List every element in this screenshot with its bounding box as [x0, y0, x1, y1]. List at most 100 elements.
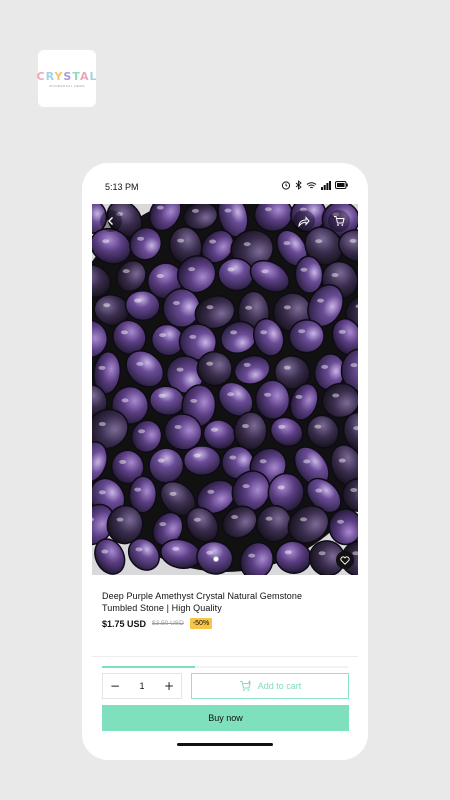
stone-highlight [299, 517, 307, 522]
battery-icon [335, 181, 348, 189]
discount-badge: -50% [189, 618, 213, 629]
stone-highlight [321, 364, 329, 369]
share-button[interactable] [293, 210, 315, 232]
status-time: 5:13 PM [105, 182, 139, 192]
signal-icon [321, 180, 331, 190]
stone-highlight [248, 553, 256, 558]
heart-icon [340, 555, 350, 565]
stone-highlight [188, 267, 196, 272]
stone-highlight [103, 303, 111, 308]
stone-highlight [121, 398, 129, 403]
stone-highlight [224, 208, 232, 213]
stone-highlight [98, 490, 106, 495]
stone-highlight [230, 330, 238, 335]
stone-highlight [242, 484, 250, 489]
price-row: $1.75 USD $3.50 USD -50% [102, 618, 213, 629]
stone-highlight [119, 459, 127, 464]
stone-highlight [227, 392, 235, 397]
stone-highlight [349, 238, 357, 243]
stone-highlight [300, 267, 308, 272]
carousel-indicator [213, 556, 219, 562]
stone-highlight [283, 241, 291, 246]
chevron-left-icon [108, 217, 113, 225]
stone-highlight [259, 459, 267, 464]
stone-highlight [331, 273, 339, 278]
share-icon [298, 215, 310, 227]
stone-highlight [206, 361, 214, 366]
stone-highlight [243, 362, 251, 367]
stone-highlight [210, 427, 218, 432]
wifi-icon [306, 181, 317, 188]
logo-wordmark: CRYSTAL [36, 69, 98, 83]
app-logo: CRYSTAL WONDERFUL GEMS [36, 50, 98, 107]
back-button[interactable] [100, 210, 122, 232]
stone-highlight [264, 392, 272, 397]
stone-highlight [134, 487, 142, 492]
quantity-value[interactable]: 1 [139, 681, 144, 691]
carousel-dot[interactable] [213, 556, 219, 562]
stone-highlight [261, 269, 269, 274]
product-photo [92, 204, 358, 575]
product-title: Deep Purple Amethyst Crystal Natural Gem… [102, 591, 303, 613]
stone-highlight [189, 334, 197, 339]
stone-highlight [120, 330, 128, 335]
stone-highlight [283, 305, 291, 310]
stone-highlight [245, 305, 253, 310]
stone-highlight [231, 515, 239, 520]
amethyst-stone [254, 379, 291, 420]
stone-highlight [102, 239, 110, 244]
stone-highlight [122, 269, 130, 274]
stone-highlight [98, 422, 106, 427]
stone-highlight [169, 491, 177, 496]
buy-now-button[interactable]: Buy now [102, 705, 349, 731]
stone-highlight [157, 458, 165, 463]
stone-highlight [98, 365, 106, 370]
stone-highlight [318, 551, 326, 556]
stone-highlight [350, 487, 358, 492]
stone-highlight [265, 516, 273, 521]
stone-highlight [159, 333, 167, 338]
stone-highlight [227, 267, 235, 272]
stone-highlight [193, 517, 201, 522]
section-divider [92, 656, 358, 657]
stone-highlight [278, 424, 286, 429]
add-to-cart-button[interactable]: Add to cart [191, 673, 349, 699]
stone-highlight [206, 550, 214, 555]
increment-button[interactable]: + [157, 674, 181, 698]
stone-highlight [303, 459, 311, 464]
stone-highlight [158, 393, 166, 398]
stone-highlight [116, 517, 124, 522]
sale-price: $1.75 USD [102, 618, 147, 629]
stone-highlight [283, 365, 291, 370]
stone-highlight [191, 208, 199, 213]
decrement-button[interactable]: − [103, 674, 127, 698]
home-indicator[interactable] [177, 743, 273, 746]
stone-highlight [159, 522, 167, 527]
stone-highlight [138, 429, 146, 434]
stone-highlight [176, 367, 184, 372]
quantity-stepper: − 1 + [102, 673, 182, 699]
stone-highlight [134, 298, 142, 303]
stone-highlight [206, 305, 214, 310]
add-to-cart-label: Add to cart [257, 681, 302, 691]
wishlist-button[interactable] [336, 551, 354, 569]
stone-highlight [137, 236, 145, 241]
stone-highlight [315, 239, 323, 244]
product-image-carousel[interactable] [92, 204, 358, 575]
phone-frame: 5:13 PM Deep Purple Amethyst Crystal Nat… [82, 163, 368, 760]
stone-highlight [243, 242, 251, 247]
amethyst-stone [182, 445, 222, 476]
stone-highlight [338, 458, 346, 463]
stone-highlight [317, 298, 325, 303]
logo-subtitle: WONDERFUL GEMS [49, 83, 85, 88]
stone-highlight [338, 329, 346, 334]
bluetooth-icon [295, 180, 302, 190]
cart-header-button[interactable] [328, 210, 350, 232]
stone-highlight [193, 453, 201, 458]
stone-highlight [350, 363, 358, 368]
stone-highlight [229, 455, 237, 460]
stone-highlight [241, 424, 249, 429]
stone-highlight [174, 424, 182, 429]
status-bar: 5:13 PM [82, 163, 368, 203]
alarm-icon [281, 181, 291, 190]
